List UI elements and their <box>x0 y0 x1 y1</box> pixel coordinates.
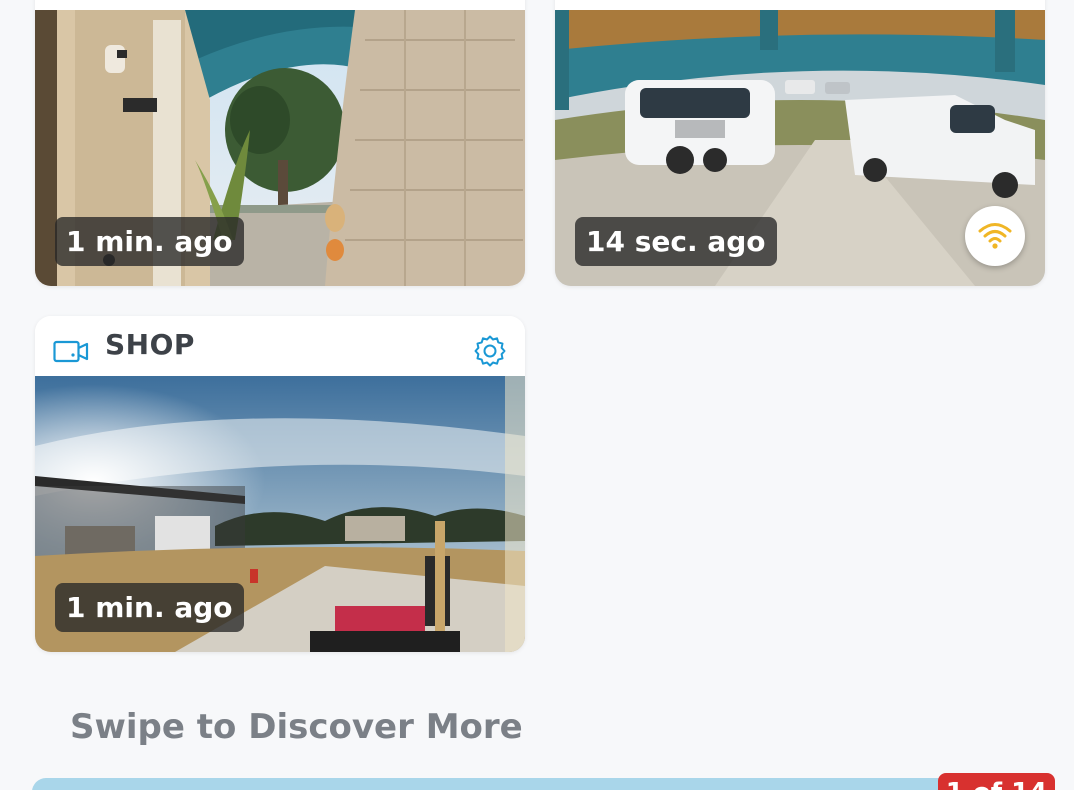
camera-1-snapshot[interactable]: 1 min. ago <box>35 10 525 286</box>
camera-2-signal-badge[interactable] <box>965 206 1025 266</box>
camera-2-snapshot[interactable]: 14 sec. ago <box>555 10 1045 286</box>
discover-card-preview[interactable] <box>32 778 1044 790</box>
camera-3-timestamp: 1 min. ago <box>55 583 244 632</box>
gear-icon[interactable] <box>473 334 507 368</box>
camera-3-snapshot[interactable]: 1 min. ago <box>35 376 525 652</box>
discover-more-heading: Swipe to Discover More <box>70 707 523 747</box>
device-dashboard: 1 min. ago 14 sec. ago SHOP 1 min. ago S… <box>0 0 1074 790</box>
pagination-badge: 1 of 14 <box>938 773 1055 790</box>
camera-1-timestamp: 1 min. ago <box>55 217 244 266</box>
camera-card-1[interactable]: 1 min. ago <box>35 0 525 286</box>
camera-3-title: SHOP <box>105 328 195 361</box>
camera-2-timestamp: 14 sec. ago <box>575 217 777 266</box>
camera-card-2[interactable]: 14 sec. ago <box>555 0 1045 286</box>
wifi-icon <box>978 223 1012 249</box>
camera-card-3[interactable]: SHOP 1 min. ago <box>35 316 525 652</box>
video-camera-icon <box>53 340 89 363</box>
camera-3-header: SHOP <box>35 316 525 376</box>
